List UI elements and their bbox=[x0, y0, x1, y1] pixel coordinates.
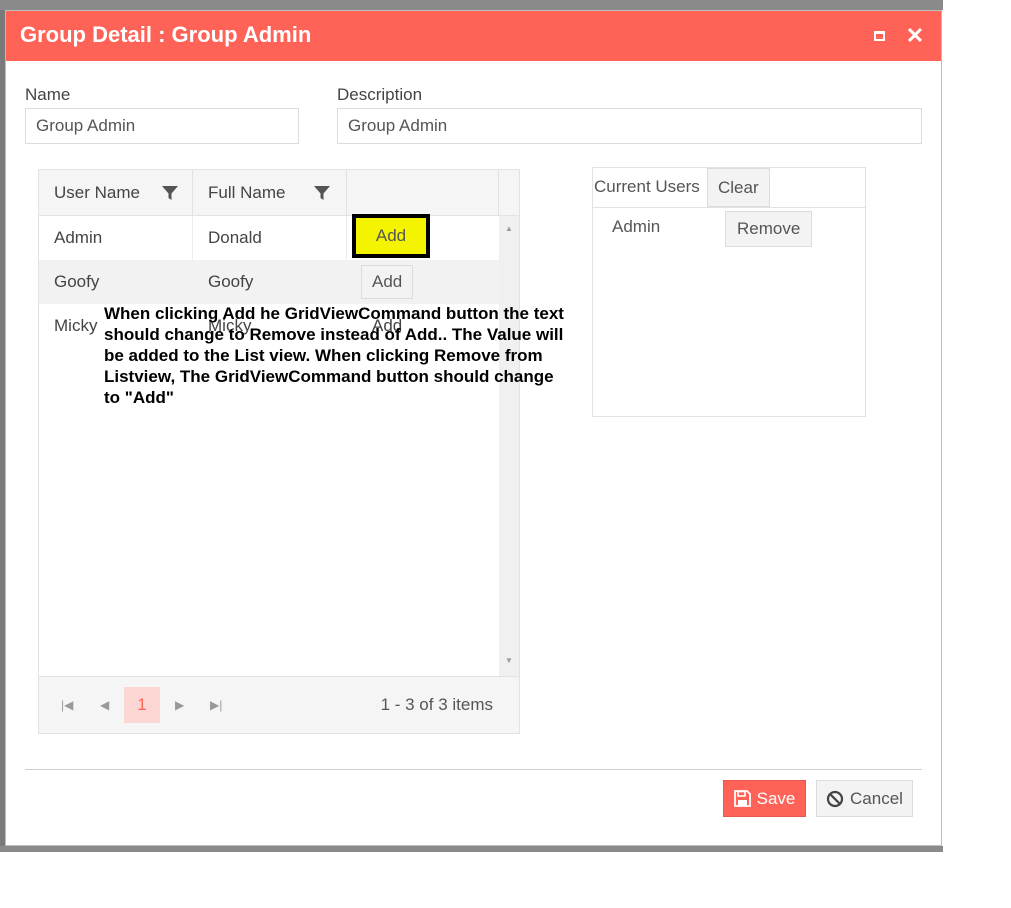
description-input[interactable] bbox=[337, 108, 922, 144]
save-button[interactable]: Save bbox=[723, 780, 806, 817]
background-bottom bbox=[0, 846, 943, 852]
name-label: Name bbox=[25, 85, 71, 104]
cancel-icon bbox=[826, 790, 844, 807]
column-header-command bbox=[347, 170, 499, 216]
table-row: Admin Donald Add bbox=[39, 214, 499, 260]
remove-button[interactable]: Remove bbox=[725, 211, 813, 247]
close-icon: ✕ bbox=[905, 23, 925, 48]
maximize-icon bbox=[873, 31, 885, 41]
window-titlebar[interactable]: Group Detail : Group Admin ✕ bbox=[6, 11, 941, 61]
table-row: Goofy Goofy Add bbox=[39, 260, 499, 304]
cell-full-name: Goofy bbox=[208, 272, 254, 291]
column-header-full-name[interactable]: Full Name bbox=[193, 170, 347, 216]
window-title: Group Detail : Group Admin bbox=[20, 22, 312, 47]
background-top bbox=[0, 0, 943, 10]
scroll-up-icon[interactable]: ▲ bbox=[505, 224, 513, 233]
scroll-down-icon[interactable]: ▼ bbox=[505, 656, 513, 665]
annotation-text: When clicking Add he GridViewCommand but… bbox=[104, 304, 564, 407]
cell-full-name: Donald bbox=[208, 228, 262, 247]
name-input[interactable] bbox=[25, 108, 299, 144]
filter-icon[interactable] bbox=[161, 184, 179, 202]
pager-info: 1 - 3 of 3 items bbox=[380, 695, 493, 714]
previous-page-icon[interactable]: ◀ bbox=[100, 698, 109, 712]
current-page-number[interactable]: 1 bbox=[124, 687, 160, 723]
description-label: Description bbox=[337, 85, 423, 104]
cell-user-name: Goofy bbox=[54, 272, 100, 291]
first-page-icon[interactable]: |◀ bbox=[61, 698, 73, 712]
close-button[interactable]: ✕ bbox=[904, 25, 926, 47]
last-page-icon[interactable]: ▶| bbox=[210, 698, 222, 712]
group-detail-window: Group Detail : Group Admin ✕ Name Descri… bbox=[5, 10, 942, 846]
users-grid: User Name Full Name Admin Donald Add Goo… bbox=[38, 169, 520, 734]
cancel-button[interactable]: Cancel bbox=[816, 780, 913, 817]
list-item: Admin bbox=[612, 217, 661, 236]
next-page-icon[interactable]: ▶ bbox=[175, 698, 184, 712]
grid-pager: |◀ ◀ 1 ▶ ▶| 1 - 3 of 3 items bbox=[39, 676, 519, 733]
current-users-listview: Current Users Clear Admin Remove bbox=[592, 167, 866, 417]
add-command-button[interactable]: Add bbox=[352, 214, 430, 258]
grid-header: User Name Full Name bbox=[39, 170, 519, 216]
grid-scrollbar[interactable]: ▲ ▼ bbox=[499, 216, 519, 676]
filter-icon[interactable] bbox=[313, 184, 331, 202]
column-header-user-name[interactable]: User Name bbox=[39, 170, 193, 216]
cell-user-name: Admin bbox=[54, 228, 103, 247]
listview-title: Current Users bbox=[594, 177, 700, 196]
save-icon bbox=[733, 790, 751, 807]
footer-separator bbox=[25, 769, 922, 770]
listview-header: Current Users Clear bbox=[593, 168, 865, 208]
maximize-button[interactable] bbox=[868, 25, 890, 47]
add-command-button[interactable]: Add bbox=[361, 265, 414, 299]
clear-button[interactable]: Clear bbox=[707, 168, 770, 207]
